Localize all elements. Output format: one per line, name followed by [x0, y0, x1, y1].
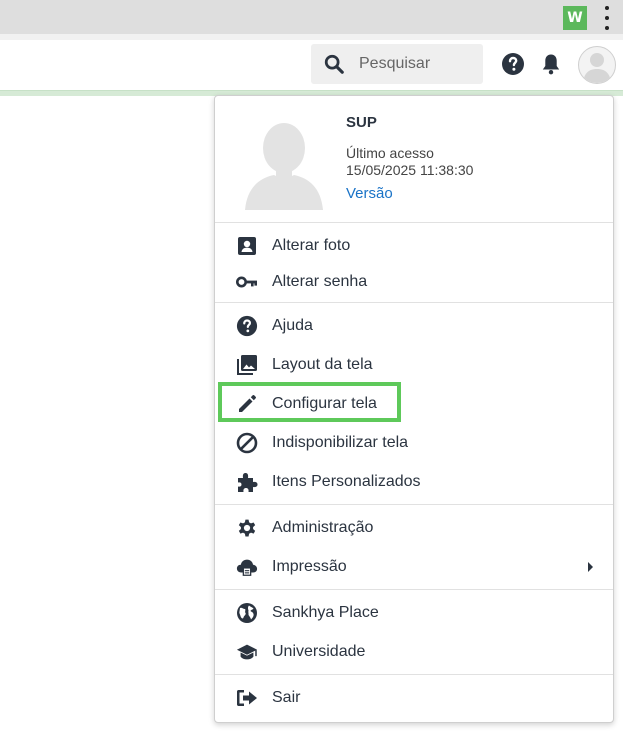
profile-section: SUP Último acesso 15/05/2025 11:38:30 Ve…	[215, 96, 613, 222]
menu-item-alterar-foto[interactable]: Alterar foto	[215, 228, 613, 264]
menu-item-label: Alterar senha	[272, 273, 368, 290]
search-input[interactable]	[357, 54, 481, 74]
menu-item-configurar-tela[interactable]: Configurar tela	[215, 386, 613, 422]
menu-item-itens-personalizados[interactable]: Itens Personalizados	[215, 464, 613, 500]
menu-item-label: Universidade	[272, 643, 366, 660]
submenu-arrow-icon	[588, 562, 593, 572]
help-circle-icon	[236, 315, 258, 337]
menu-item-administracao[interactable]: Administração	[215, 510, 613, 546]
menu-item-alterar-senha[interactable]: Alterar senha	[215, 264, 613, 300]
version-link[interactable]: Versão	[346, 185, 393, 202]
user-name: SUP	[346, 114, 377, 131]
last-access-label: Último acesso	[346, 145, 434, 161]
menu-item-impressao[interactable]: Impressão	[215, 549, 613, 585]
menu-item-indisponibilizar-tela[interactable]: Indisponibilizar tela	[215, 425, 613, 461]
menu-divider	[215, 222, 613, 223]
bell-icon[interactable]	[539, 52, 563, 76]
puzzle-icon	[236, 471, 258, 493]
menu-divider	[215, 504, 613, 505]
block-icon	[236, 432, 258, 454]
menu-item-label: Administração	[272, 519, 374, 536]
sign-out-icon	[236, 687, 258, 709]
menu-divider	[215, 302, 613, 303]
menu-item-label: Ajuda	[272, 317, 313, 334]
search-icon	[324, 54, 344, 74]
globe-icon	[236, 602, 258, 624]
menu-item-label: Impressão	[272, 558, 347, 575]
gear-icon	[236, 517, 258, 539]
extension-icon[interactable]: W	[563, 6, 587, 30]
menu-item-sankhya-place[interactable]: Sankhya Place	[215, 595, 613, 631]
menu-item-label: Itens Personalizados	[272, 473, 421, 490]
menu-item-label: Alterar foto	[272, 237, 351, 254]
help-icon[interactable]	[501, 52, 525, 76]
key-icon	[236, 271, 258, 293]
browser-menu-icon[interactable]	[600, 6, 614, 30]
menu-item-ajuda[interactable]: Ajuda	[215, 308, 613, 344]
menu-item-label: Configurar tela	[272, 395, 377, 412]
user-menu: SUP Último acesso 15/05/2025 11:38:30 Ve…	[214, 95, 614, 723]
menu-item-universidade[interactable]: Universidade	[215, 634, 613, 670]
menu-item-label: Sankhya Place	[272, 604, 379, 621]
cloud-print-icon	[236, 556, 258, 578]
avatar-silhouette-icon	[583, 53, 611, 83]
menu-item-label: Indisponibilizar tela	[272, 434, 409, 451]
pencil-icon	[236, 393, 258, 415]
menu-divider	[215, 674, 613, 675]
menu-divider	[215, 589, 613, 590]
menu-item-sair[interactable]: Sair	[215, 680, 613, 716]
image-stack-icon	[236, 354, 258, 376]
menu-item-layout-da-tela[interactable]: Layout da tela	[215, 347, 613, 383]
contact-card-icon	[236, 235, 258, 257]
search-box[interactable]	[311, 44, 483, 84]
profile-photo-icon	[245, 123, 323, 210]
graduation-cap-icon	[236, 641, 258, 663]
menu-item-label: Layout da tela	[272, 356, 373, 373]
avatar[interactable]	[578, 46, 616, 84]
menu-item-label: Sair	[272, 689, 301, 706]
last-access-date: 15/05/2025 11:38:30	[346, 162, 474, 178]
browser-toolbar: W	[0, 0, 623, 34]
